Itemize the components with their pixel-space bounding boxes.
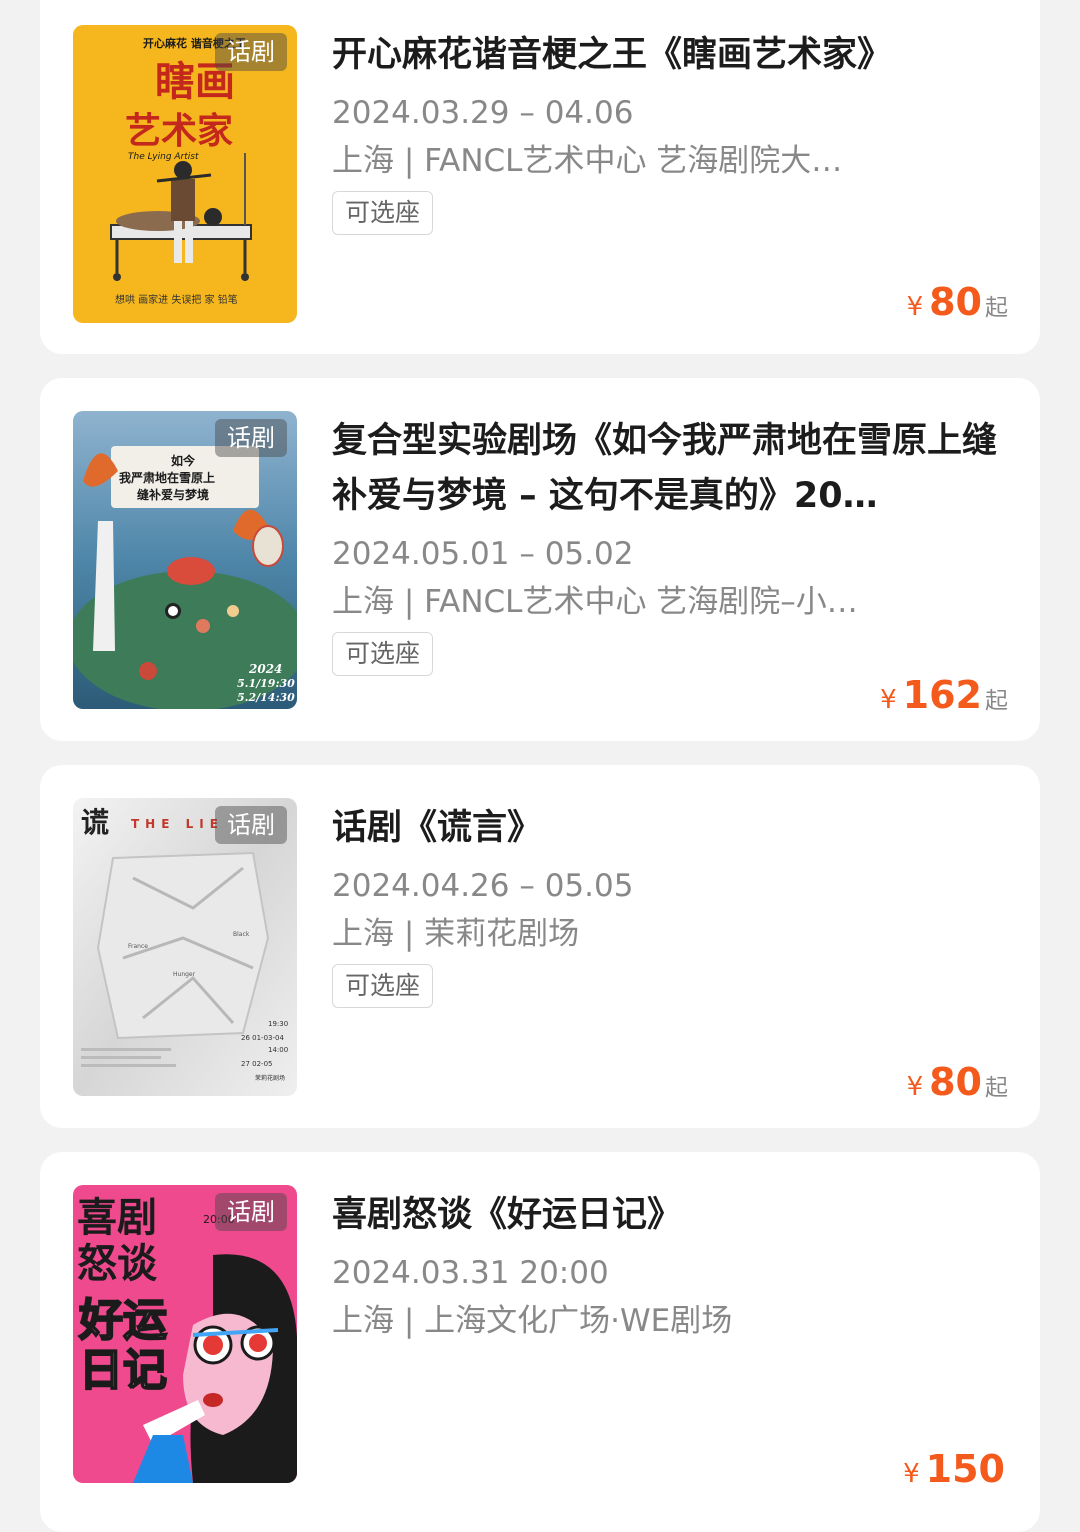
poster-text: 喜剧 — [77, 1195, 157, 1241]
currency-symbol: ¥ — [906, 1072, 924, 1102]
show-date: 2024.03.29 – 04.06 — [332, 95, 634, 131]
seat-selection-badge: 可选座 — [332, 632, 434, 676]
show-poster[interactable]: 喜剧 怒谈 好运 日记 20:00 话剧 — [73, 1185, 297, 1483]
price-value: 162 — [902, 673, 982, 717]
poster-text: THE LIE — [131, 817, 224, 831]
show-card[interactable]: 谎 THE LIE France Black Hunger 19:30 26 0… — [40, 765, 1040, 1128]
poster-text: The Lying Artist — [128, 152, 199, 162]
show-info: 话剧《谎言》 2024.04.26 – 05.05 上海 | 茉莉花剧场 可选座 — [332, 801, 1010, 1008]
show-info: 喜剧怒谈《好运日记》 2024.03.31 20:00 上海 | 上海文化广场·… — [332, 1188, 1010, 1345]
poster-text: France — [128, 943, 148, 950]
show-title[interactable]: 开心麻花谐音梗之王《瞎画艺术家》 — [332, 28, 1010, 83]
seat-selection-badge: 可选座 — [332, 191, 434, 235]
poster-text: 好运 — [78, 1295, 167, 1346]
price-suffix: 起 — [985, 295, 1008, 321]
poster-text: 我严肃地在雪原上 — [119, 470, 215, 485]
show-poster[interactable]: 如今 我严肃地在雪原上 缝补爱与梦境 2024 5.1/19:30 5.2/14… — [73, 411, 297, 709]
currency-symbol: ¥ — [880, 685, 897, 715]
show-date: 2024.03.31 20:00 — [332, 1255, 609, 1291]
currency-symbol: ¥ — [906, 292, 924, 322]
price-suffix: 起 — [985, 688, 1008, 714]
show-card[interactable]: 喜剧 怒谈 好运 日记 20:00 话剧 喜剧怒谈《好运日记》 2024.03.… — [40, 1152, 1040, 1532]
poster-text: 日记 — [79, 1345, 167, 1396]
poster-text: 2024 — [248, 662, 282, 676]
show-date: 2024.05.01 – 05.02 — [332, 536, 634, 572]
currency-symbol: ¥ — [903, 1459, 920, 1489]
poster-text: 艺术家 — [125, 111, 233, 152]
poster-text: 怒谈 — [77, 1241, 158, 1287]
price: ¥80 起 — [907, 280, 1008, 324]
price: ¥150 — [903, 1447, 1008, 1491]
poster-text: 5.1/19:30 — [237, 677, 295, 690]
price-value: 80 — [929, 1060, 982, 1104]
show-card[interactable]: 如今 我严肃地在雪原上 缝补爱与梦境 2024 5.1/19:30 5.2/14… — [40, 378, 1040, 741]
poster-text: 26 01-03-04 — [241, 1034, 284, 1042]
poster-text: Hunger — [173, 971, 196, 978]
poster-text: 缝补爱与梦境 — [137, 487, 209, 502]
poster-text: 如今 — [171, 453, 196, 468]
show-venue: 上海 | 上海文化广场·WE剧场 — [332, 1303, 733, 1339]
poster-text: 5.2/14:30 — [237, 691, 295, 704]
show-title[interactable]: 喜剧怒谈《好运日记》 — [332, 1188, 1010, 1243]
category-tag: 话剧 — [215, 806, 287, 844]
show-venue: 上海 | FANCL艺术中心 艺海剧院–小… — [332, 584, 858, 620]
poster-text: Black — [233, 931, 250, 938]
show-title[interactable]: 话剧《谎言》 — [332, 801, 1010, 856]
seat-selection-badge: 可选座 — [332, 964, 434, 1008]
category-tag: 话剧 — [215, 33, 287, 71]
poster-text: 茉莉花剧场 — [255, 1074, 285, 1082]
show-venue: 上海 | 茉莉花剧场 — [332, 916, 580, 952]
show-date: 2024.04.26 – 05.05 — [332, 868, 634, 904]
category-tag: 话剧 — [215, 1193, 287, 1231]
poster-text: 想哄 画家进 失误把 家 铅笔 — [115, 293, 238, 306]
show-info: 开心麻花谐音梗之王《瞎画艺术家》 2024.03.29 – 04.06 上海 |… — [332, 28, 1010, 235]
category-tag: 话剧 — [215, 419, 287, 457]
price-value: 150 — [925, 1447, 1005, 1491]
price-value: 80 — [929, 280, 982, 324]
poster-text: 19:30 — [268, 1020, 288, 1028]
show-title[interactable]: 复合型实验剧场《如今我严肃地在雪原上缝补爱与梦境 – 这句不是真的》20… — [332, 414, 1010, 524]
show-info: 复合型实验剧场《如今我严肃地在雪原上缝补爱与梦境 – 这句不是真的》20… 20… — [332, 414, 1010, 676]
poster-text: 谎 — [81, 806, 109, 839]
show-poster[interactable]: 谎 THE LIE France Black Hunger 19:30 26 0… — [73, 798, 297, 1096]
price-suffix: 起 — [985, 1075, 1008, 1101]
price: ¥162 起 — [880, 673, 1008, 717]
show-venue: 上海 | FANCL艺术中心 艺海剧院大… — [332, 143, 843, 179]
show-poster[interactable]: 开心麻花 谐音梗之王 瞎画 艺术家 The Lying Artist 想哄 画家… — [73, 25, 297, 323]
poster-text: 14:00 — [268, 1046, 288, 1054]
show-card[interactable]: 开心麻花 谐音梗之王 瞎画 艺术家 The Lying Artist 想哄 画家… — [40, 0, 1040, 354]
poster-text: 27 02-05 — [241, 1060, 272, 1068]
price: ¥80 起 — [907, 1060, 1008, 1104]
